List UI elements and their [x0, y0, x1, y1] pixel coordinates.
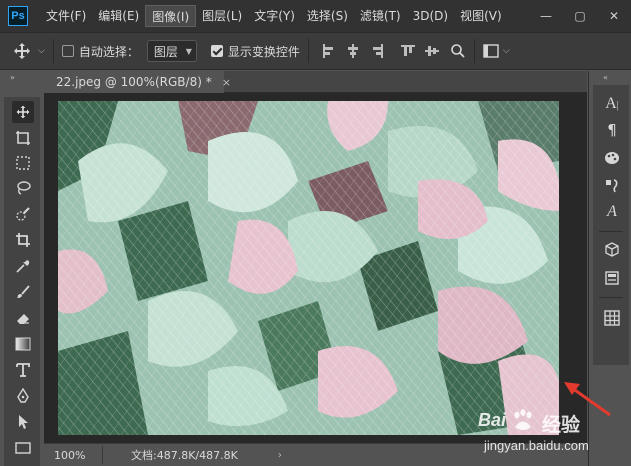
watermark-brand: 经验	[542, 414, 581, 436]
grid-panel-icon[interactable]	[601, 307, 623, 329]
align-horizontal-center-icon[interactable]	[346, 44, 360, 58]
chevron-down-icon: ▼	[185, 46, 192, 56]
minimize-button[interactable]: —	[529, 0, 563, 32]
move-tool-icon[interactable]	[12, 101, 34, 123]
document-tab[interactable]: 22.jpeg @ 100%(RGB/8) * ×	[44, 71, 231, 93]
tools-panel-body	[4, 97, 40, 466]
menu-bar: Ps 文件(F) 编辑(E) 图像(I) 图层(L) 文字(Y) 选择(S) 滤…	[0, 0, 631, 32]
baidu-jingyan-watermark: Bai 经验 jingyan.baidu.com	[470, 406, 630, 466]
libraries-panel-icon[interactable]	[601, 267, 623, 289]
tool-preset-chevron-icon[interactable]: ⌵	[38, 46, 45, 56]
options-bar: ⌵ 自动选择： 图层 ▼ 显示变换控件 ⌵	[0, 32, 631, 70]
search-icon[interactable]	[450, 43, 466, 59]
menu-view[interactable]: 视图(V)	[454, 5, 508, 27]
status-menu-arrow-icon[interactable]: ›	[278, 450, 282, 461]
workspace-chevron-icon[interactable]: ⌵	[503, 46, 510, 56]
align-left-icon[interactable]	[322, 44, 336, 58]
menu-edit[interactable]: 编辑(E)	[92, 5, 145, 27]
status-divider	[102, 446, 103, 464]
align-right-icon[interactable]	[370, 44, 384, 58]
panel-divider	[599, 231, 623, 232]
lasso-tool-icon[interactable]	[12, 177, 34, 199]
workspace-icon[interactable]	[483, 44, 499, 58]
align-vertical-center-icon[interactable]	[424, 44, 439, 58]
close-tab-icon[interactable]: ×	[222, 76, 231, 89]
painted-image	[58, 101, 559, 435]
marquee-tool-icon[interactable]	[12, 152, 34, 174]
auto-select-target-dropdown[interactable]: 图层 ▼	[146, 40, 197, 62]
menu-3d[interactable]: 3D(D)	[407, 5, 454, 27]
paragraph-panel-icon[interactable]: ¶	[601, 119, 623, 141]
canvas-area	[44, 93, 587, 443]
menu-file[interactable]: 文件(F)	[40, 5, 92, 27]
brush-tool-icon[interactable]	[12, 281, 34, 303]
path-selection-tool-icon[interactable]	[12, 411, 34, 433]
watermark-url: jingyan.baidu.com	[484, 438, 589, 453]
type-tool-icon[interactable]	[12, 359, 34, 381]
auto-select-checkbox[interactable]	[61, 45, 74, 57]
eyedropper-tool-icon[interactable]	[12, 255, 34, 277]
menu-layer[interactable]: 图层(L)	[196, 5, 248, 27]
character-styles-icon[interactable]: A	[601, 201, 623, 223]
menu-type[interactable]: 文字(Y)	[248, 5, 301, 27]
eraser-tool-icon[interactable]	[12, 307, 34, 329]
collapse-panel-icon[interactable]: »	[10, 73, 15, 82]
document-canvas[interactable]	[58, 101, 559, 435]
window-controls: — ▢ ✕	[529, 0, 631, 32]
menu-select[interactable]: 选择(S)	[301, 5, 354, 27]
restore-button[interactable]: ▢	[563, 0, 597, 32]
3d-panel-icon[interactable]	[601, 239, 623, 261]
gradient-tool-icon[interactable]	[12, 333, 34, 355]
tools-panel: »	[0, 71, 44, 466]
zoom-level[interactable]: 100%	[44, 449, 88, 462]
watermark-logo-text: Bai	[478, 410, 507, 430]
options-divider	[52, 39, 54, 63]
options-divider	[307, 39, 309, 63]
menu-filter[interactable]: 滤镜(T)	[354, 5, 407, 27]
auto-select-label: 自动选择：	[78, 44, 139, 59]
show-transform-checkbox[interactable]	[210, 45, 223, 57]
rectangle-tool-icon[interactable]	[12, 437, 34, 459]
collapse-panel-icon[interactable]: «	[603, 73, 608, 82]
close-button[interactable]: ✕	[597, 0, 631, 32]
options-divider	[473, 39, 475, 63]
show-transform-label: 显示变换控件	[227, 44, 300, 59]
quick-selection-tool-icon[interactable]	[12, 203, 34, 225]
baidu-paw-logo	[514, 409, 532, 430]
document-tab-bar: 22.jpeg @ 100%(RGB/8) * ×	[44, 71, 587, 93]
photoshop-logo: Ps	[8, 6, 28, 26]
pen-tool-icon[interactable]	[12, 385, 34, 407]
panel-divider	[599, 297, 623, 298]
document-info: 文档:487.8K/487.8K	[131, 449, 238, 462]
glyphs-panel-icon[interactable]	[601, 175, 623, 197]
move-tool-icon[interactable]	[12, 41, 32, 61]
character-panel-icon[interactable]: A|	[601, 93, 623, 115]
swatches-panel-icon[interactable]	[601, 147, 623, 169]
crop-tool-icon[interactable]	[12, 229, 34, 251]
align-top-icon[interactable]	[400, 44, 415, 58]
document-tab-title: 22.jpeg @ 100%(RGB/8) *	[56, 75, 212, 89]
artboard-tool-icon[interactable]	[12, 127, 34, 149]
panel-icon-strip: A| ¶ A	[593, 85, 629, 365]
auto-select-target-value: 图层	[153, 44, 178, 59]
menu-image[interactable]: 图像(I)	[145, 5, 197, 27]
